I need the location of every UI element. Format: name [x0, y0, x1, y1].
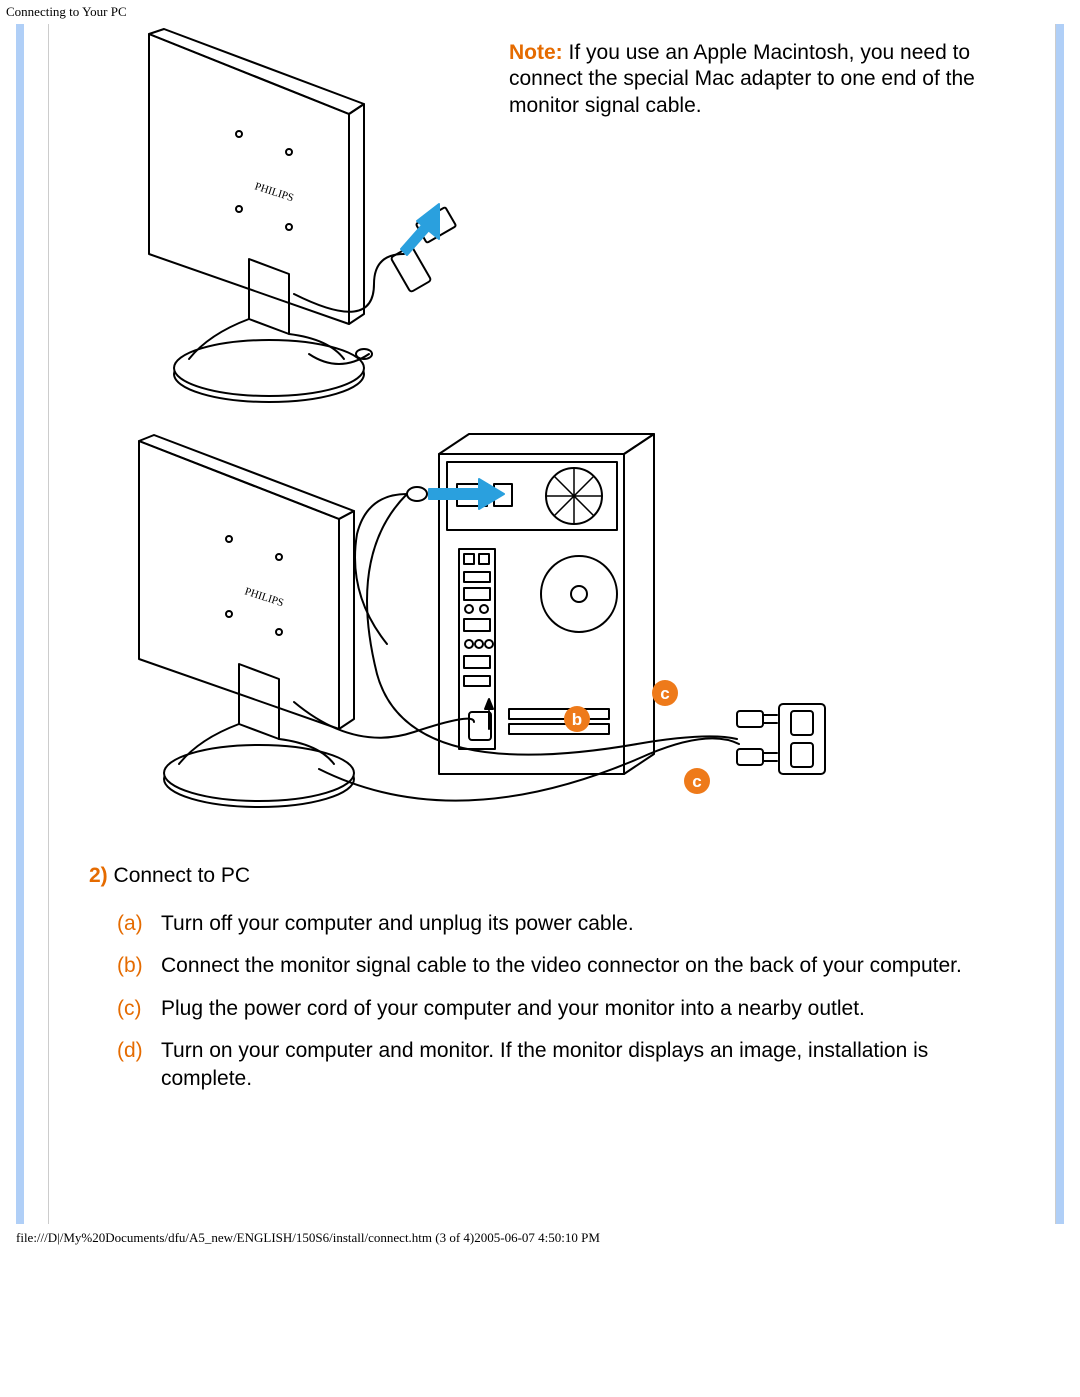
page-frame: PHILIPS: [16, 24, 1064, 1224]
step-c: (c) Plug the power cord of your computer…: [89, 995, 1015, 1023]
content-area: PHILIPS: [48, 24, 1056, 1224]
note-label: Note:: [509, 41, 563, 64]
page-title: Connecting to Your PC: [0, 0, 1080, 24]
step-text: Turn on your computer and monitor. If th…: [161, 1037, 1015, 1094]
step-letter: (d): [89, 1037, 161, 1094]
callout-c-top: c: [660, 684, 669, 703]
step-letter: (c): [89, 995, 161, 1023]
step-letter: (a): [89, 910, 161, 938]
section-title: Connect to PC: [108, 864, 250, 887]
steps-list: (a) Turn off your computer and unplug it…: [89, 910, 1015, 1094]
step-text: Plug the power cord of your computer and…: [161, 995, 1015, 1023]
step-letter: (b): [89, 952, 161, 980]
step-text: Connect the monitor signal cable to the …: [161, 952, 1015, 980]
step-b: (b) Connect the monitor signal cable to …: [89, 952, 1015, 980]
section-number: 2): [89, 864, 108, 887]
note-block: Note: If you use an Apple Macintosh, you…: [509, 24, 1015, 119]
callout-b: b: [572, 710, 582, 729]
figure-connect-to-pc: PHILIPS: [89, 429, 889, 834]
step-a: (a) Turn off your computer and unplug it…: [89, 910, 1015, 938]
step-text: Turn off your computer and unplug its po…: [161, 910, 1015, 938]
section-heading: 2) Connect to PC: [89, 864, 1015, 888]
footer-path: file:///D|/My%20Documents/dfu/A5_new/ENG…: [0, 1224, 1080, 1256]
step-d: (d) Turn on your computer and monitor. I…: [89, 1037, 1015, 1094]
note-text: If you use an Apple Macintosh, you need …: [509, 41, 975, 117]
figure-monitor-adapter: PHILIPS: [89, 24, 489, 419]
callout-c-bottom: c: [692, 772, 701, 791]
